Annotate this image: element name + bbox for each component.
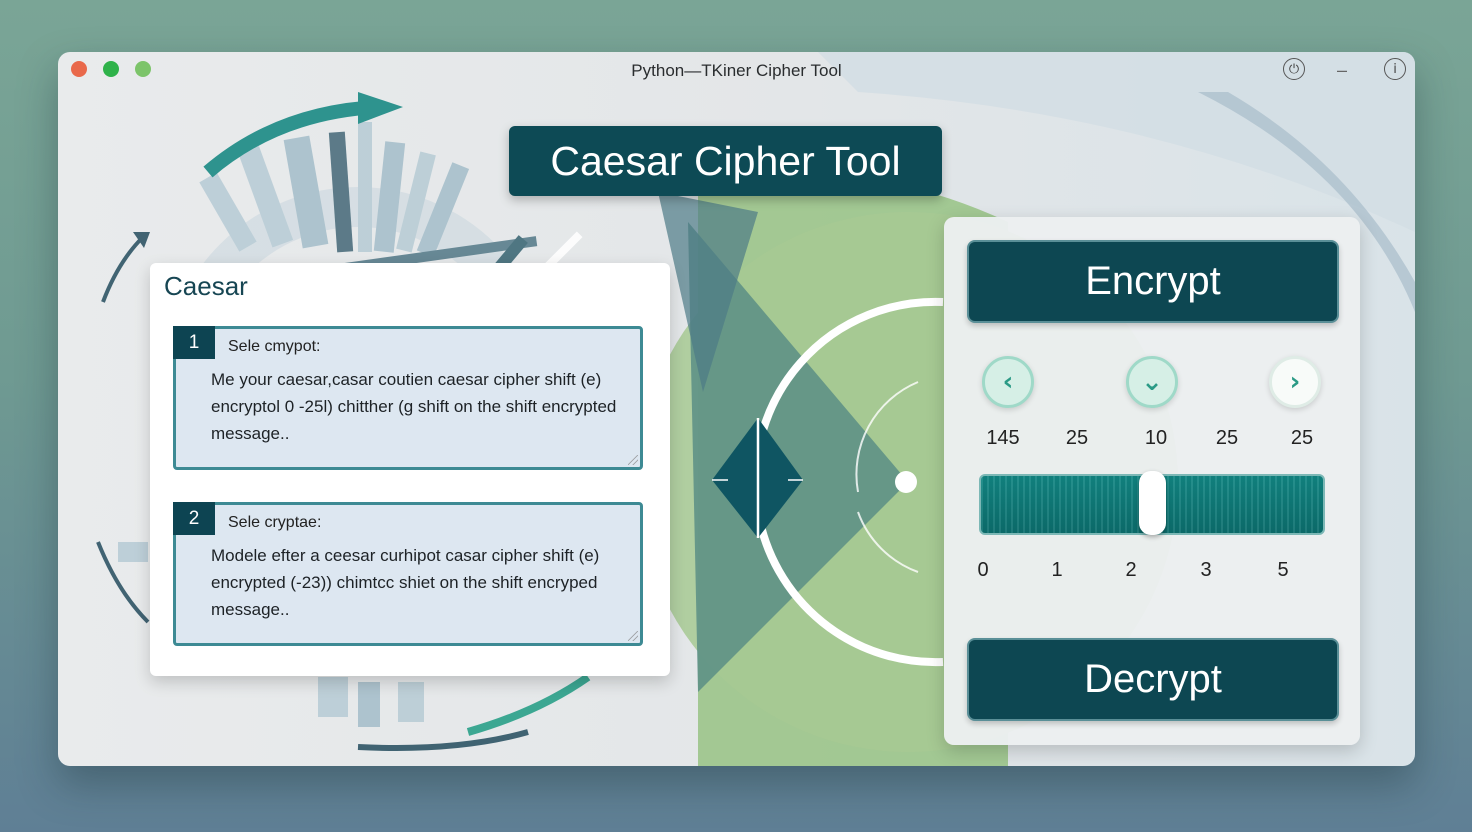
page-title: Caesar Cipher Tool — [509, 126, 942, 196]
chevron-right-icon[interactable]: › — [1269, 356, 1321, 408]
encrypt-button[interactable]: Encrypt — [967, 240, 1339, 323]
slider-tick-label: 1 — [1051, 559, 1063, 581]
chevron-left-icon[interactable]: ‹ — [982, 356, 1034, 408]
slider-tick-label: 0 — [977, 559, 989, 581]
resize-grip-icon[interactable] — [628, 455, 638, 465]
instructions-card: Caesar 1 Sele cmypot: Me your caesar,cas… — [150, 263, 670, 676]
shift-value-label: 10 — [1144, 427, 1168, 449]
decrypt-button[interactable]: Decrypt — [967, 638, 1339, 721]
slider-tick-label: 2 — [1125, 559, 1137, 581]
step-number: 1 — [173, 326, 215, 359]
shift-value-label: 145 — [986, 427, 1020, 449]
chevron-down-icon[interactable]: ⌄ — [1126, 356, 1178, 408]
window-title: Python—TKiner Cipher Tool — [631, 61, 842, 80]
card-title: Caesar — [164, 271, 248, 301]
app-window: Python—TKiner Cipher Tool ⏻ – i Caesar C… — [58, 52, 1415, 766]
controls-panel: Encrypt ‹ ⌄ › 145 25 10 25 25 0 1 2 3 5 … — [944, 217, 1360, 745]
step-text[interactable]: Modele efter a ceesar curhipot casar cip… — [211, 542, 626, 623]
title-bar: Python—TKiner Cipher Tool ⏻ – i — [58, 52, 1415, 88]
shift-value-label: 25 — [1065, 427, 1089, 449]
info-icon[interactable]: i — [1384, 58, 1406, 80]
step-2-textbox[interactable]: 2 Sele cryptae: Modele efter a ceesar cu… — [173, 502, 643, 646]
shift-slider-thumb[interactable] — [1139, 471, 1166, 535]
shift-value-label: 25 — [1215, 427, 1239, 449]
power-icon[interactable]: ⏻ — [1283, 58, 1305, 80]
step-label: Sele cryptae: — [228, 514, 322, 531]
shift-value-label: 25 — [1290, 427, 1314, 449]
resize-grip-icon[interactable] — [628, 631, 638, 641]
slider-tick-label: 5 — [1277, 559, 1289, 581]
minimize-icon[interactable]: – — [1332, 60, 1352, 80]
step-number: 2 — [173, 502, 215, 535]
step-1-textbox[interactable]: 1 Sele cmypot: Me your caesar,casar cout… — [173, 326, 643, 470]
step-text[interactable]: Me your caesar,casar coutien caesar ciph… — [211, 366, 626, 447]
slider-tick-label: 3 — [1200, 559, 1212, 581]
step-label: Sele cmypot: — [228, 338, 321, 355]
